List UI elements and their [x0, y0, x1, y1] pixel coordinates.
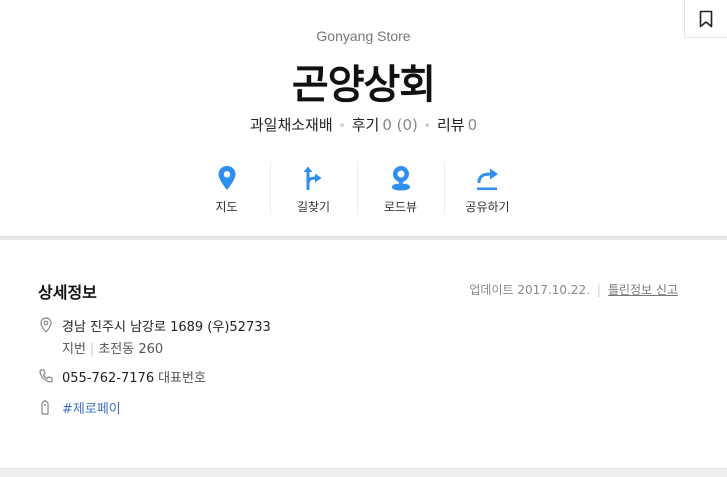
store-category: 과일채소재배 — [249, 116, 333, 134]
map-button-label: 지도 — [215, 200, 238, 214]
update-date: 업데이트 2017.10.22. — [469, 283, 590, 297]
ratings-count: 0 — [467, 116, 478, 134]
reviews-link[interactable]: 후기 0 (0) — [352, 116, 418, 134]
roadview-button-label: 로드뷰 — [383, 200, 418, 214]
detail-title: 상세정보 — [38, 283, 97, 302]
phone-icon — [39, 369, 53, 383]
map-pin-icon — [218, 166, 235, 190]
phone-row: 055-762-7176 대표번호 — [38, 368, 206, 389]
directions-button[interactable]: 길찾기 — [270, 160, 357, 216]
address-row: 경남 진주시 남강로 1689 (우)52733 지번 | 초전동 260 — [38, 317, 271, 357]
phone-number[interactable]: 055-762-7176 — [62, 371, 154, 386]
map-button[interactable]: 지도 — [183, 160, 270, 216]
phone-label: 대표번호 — [158, 371, 206, 386]
store-meta: 과일채소재배 • 후기 0 (0) • 리뷰 0 — [249, 116, 478, 134]
store-title: 곤양상회 — [291, 62, 436, 108]
footer-divider — [0, 468, 727, 477]
update-info: 업데이트 2017.10.22. | 틀린정보 신고 — [469, 283, 678, 297]
location-icon — [40, 317, 52, 333]
store-header: Gonyang Store 곤양상회 과일채소재배 • 후기 0 (0) • 리뷰 0 지도 — [0, 0, 727, 236]
share-button[interactable]: 공유하기 — [444, 160, 531, 216]
directions-button-label: 길찾기 — [296, 200, 331, 214]
detail-section: 상세정보 업데이트 2017.10.22. | 틀린정보 신고 경남 진주시 남강로… — [0, 240, 727, 468]
zeropay-tag[interactable]: #제로페이 — [62, 402, 121, 417]
reviews-count: 0 (0) — [382, 116, 418, 134]
roadview-button[interactable]: 로드뷰 — [357, 160, 444, 216]
tag-icon — [41, 399, 49, 415]
ratings-link[interactable]: 리뷰 0 — [437, 116, 477, 134]
action-bar: 지도 길찾기 로드뷰 공유하기 — [183, 160, 531, 216]
report-error-link[interactable]: 틀린정보 신고 — [608, 283, 678, 297]
tag-row: #제로페이 — [38, 399, 121, 420]
store-english-name: Gonyang Store — [316, 28, 411, 44]
share-icon — [476, 168, 498, 190]
jibun-address: 지번 | 초전동 260 — [62, 342, 164, 357]
directions-icon — [303, 166, 321, 190]
share-button-label: 공유하기 — [465, 200, 510, 214]
address-text: 경남 진주시 남강로 1689 (우)52733 — [62, 320, 271, 335]
roadview-icon — [391, 166, 410, 191]
